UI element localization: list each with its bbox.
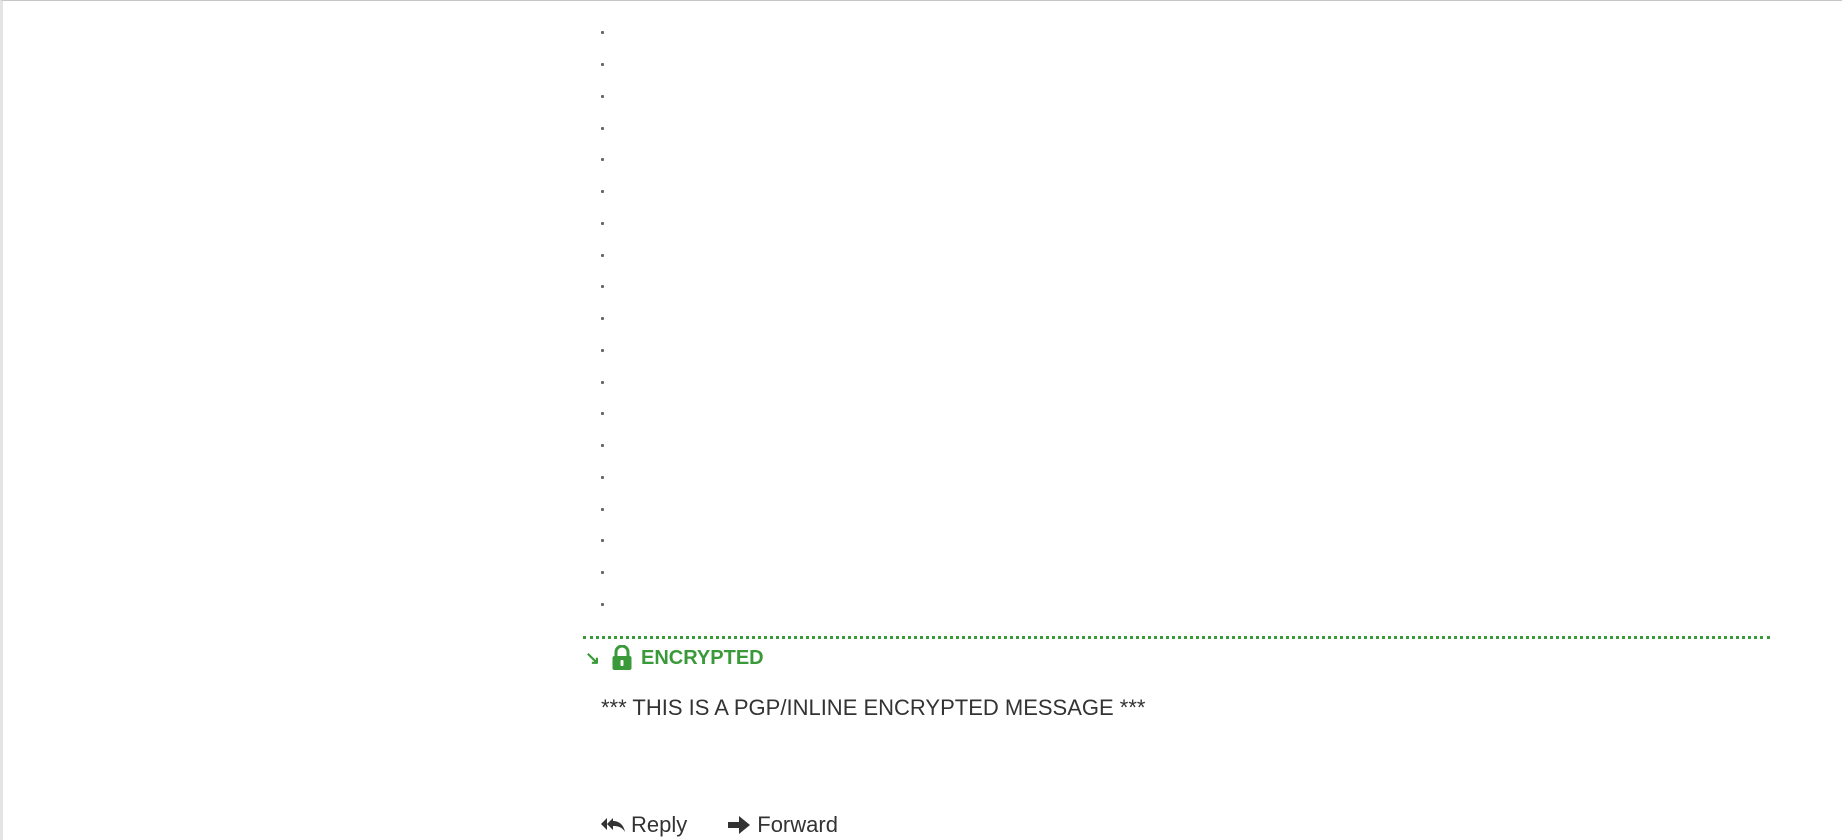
encrypted-part-header[interactable]: ↘ ENCRYPTED — [583, 643, 1770, 673]
reply-all-icon — [601, 818, 625, 832]
dot-line: . — [601, 208, 1770, 240]
dot-line: . — [601, 112, 1770, 144]
dot-line: . — [601, 49, 1770, 81]
dot-line: . — [601, 335, 1770, 367]
dot-line: . — [601, 144, 1770, 176]
dot-mark — [601, 221, 604, 225]
arrow-right-icon — [728, 816, 751, 834]
dot-line: . — [601, 366, 1770, 398]
dot-mark — [601, 444, 604, 448]
dot-line: . — [601, 589, 1770, 621]
dot-line: . — [601, 462, 1770, 494]
dot-line: . — [601, 557, 1770, 589]
dot-mark — [601, 126, 604, 130]
encrypted-part: ↘ ENCRYPTED *** THIS IS A PGP/INLINE ENC… — [583, 636, 1770, 837]
collapse-arrow-icon[interactable]: ↘ — [585, 648, 605, 669]
dot-mark — [601, 571, 604, 575]
dot-line: . — [601, 303, 1770, 335]
dot-mark — [601, 94, 604, 98]
dot-line: . — [601, 398, 1770, 430]
dot-mark — [601, 475, 604, 479]
dot-line: . — [601, 430, 1770, 462]
dot-line: . — [601, 271, 1770, 303]
dot-mark — [601, 380, 604, 384]
dot-line: . — [601, 525, 1770, 557]
dot-mark — [601, 158, 604, 162]
dot-mark — [601, 253, 604, 257]
message-actions: Reply Forward — [601, 812, 878, 838]
dot-line: . — [601, 239, 1770, 271]
dot-line: . — [601, 81, 1770, 113]
reply-label: Reply — [631, 812, 688, 837]
encrypted-message-text: *** THIS IS A PGP/INLINE ENCRYPTED MESSA… — [601, 695, 1146, 720]
dot-mark — [601, 31, 604, 35]
dot-mark — [601, 412, 604, 416]
reply-button[interactable]: Reply — [601, 812, 687, 838]
dot-mark — [601, 602, 604, 606]
forward-button[interactable]: Forward — [727, 812, 838, 838]
dot-lines: ................... — [583, 17, 1770, 620]
dot-mark — [601, 285, 604, 289]
dot-line: . — [601, 176, 1770, 208]
dot-mark — [601, 317, 604, 321]
dot-line: . — [601, 17, 1770, 49]
dot-mark — [601, 63, 604, 67]
dot-mark — [601, 507, 604, 511]
message-view: ................... ↘ ENCRYPTED *** THIS… — [0, 0, 1842, 840]
forward-label: Forward — [757, 812, 838, 837]
message-body: ................... ↘ ENCRYPTED *** THIS… — [583, 17, 1770, 837]
dot-mark — [601, 348, 604, 352]
encrypted-label: ENCRYPTED — [641, 646, 764, 669]
dot-mark — [601, 190, 604, 194]
dot-mark — [601, 539, 604, 543]
lock-icon — [611, 644, 633, 671]
dot-line: . — [601, 493, 1770, 525]
